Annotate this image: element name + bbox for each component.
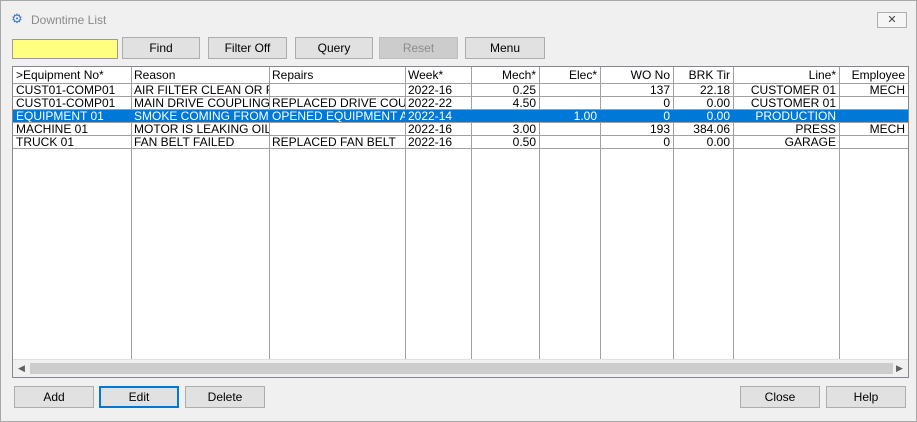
table-cell: MOTOR IS LEAKING OIL O bbox=[134, 122, 269, 136]
table-cell bbox=[839, 109, 908, 123]
table-cell: OPENED EQUIPMENT AN bbox=[272, 109, 405, 123]
table-cell: REPLACED FAN BELT bbox=[272, 135, 396, 149]
toolbar: Find Filter Off Query Reset Menu bbox=[1, 37, 916, 61]
column-header[interactable]: Repairs bbox=[269, 68, 405, 82]
scrollbar-thumb[interactable] bbox=[30, 363, 893, 374]
filter-off-button[interactable]: Filter Off bbox=[208, 37, 287, 59]
table-cell bbox=[839, 96, 908, 110]
column-header[interactable]: Reason bbox=[131, 68, 269, 82]
add-button[interactable]: Add bbox=[14, 386, 94, 408]
table-cell: MACHINE 01 bbox=[16, 122, 89, 136]
table-cell: GARAGE bbox=[784, 135, 836, 149]
table-cell: 2022-22 bbox=[408, 96, 453, 110]
table-cell: PRESS bbox=[795, 122, 836, 136]
table-cell: 0 bbox=[663, 96, 670, 110]
close-icon: ✕ bbox=[887, 14, 897, 26]
column-header[interactable]: Line* bbox=[733, 68, 839, 82]
downtime-table[interactable]: >Equipment No* Reason Repairs Week* Mech* Ele… bbox=[12, 66, 909, 378]
column-header[interactable]: Elec* bbox=[539, 68, 600, 82]
row-divider bbox=[13, 148, 908, 149]
table-cell: REPLACED DRIVE COUPL bbox=[272, 96, 405, 110]
table-cell: 1.00 bbox=[573, 109, 597, 123]
column-header[interactable]: >Equipment No* bbox=[13, 68, 131, 82]
menu-button[interactable]: Menu bbox=[465, 37, 545, 59]
table-cell: 22.18 bbox=[699, 83, 730, 97]
table-cell: 0.00 bbox=[706, 135, 730, 149]
table-cell: 2022-16 bbox=[408, 83, 453, 97]
table-cell: FAN BELT FAILED bbox=[134, 135, 235, 149]
reset-button[interactable]: Reset bbox=[379, 37, 458, 59]
close-button[interactable]: Close bbox=[740, 386, 820, 408]
table-cell bbox=[839, 135, 908, 149]
table-cell bbox=[471, 109, 539, 123]
table-cell: MECH bbox=[869, 83, 905, 97]
footer-buttons: Add Edit Delete Close Help bbox=[1, 386, 916, 410]
table-cell: 0.25 bbox=[512, 83, 536, 97]
table-cell: 0.00 bbox=[706, 109, 730, 123]
table-cell: CUSTOMER 01 bbox=[750, 83, 836, 97]
edit-button[interactable]: Edit bbox=[99, 386, 179, 408]
scroll-left-icon[interactable]: ◀ bbox=[13, 360, 30, 377]
table-cell: 2022-14 bbox=[408, 109, 453, 123]
table-cell: 0.00 bbox=[706, 96, 730, 110]
window-title: Downtime List bbox=[31, 13, 107, 27]
table-cell: EQUIPMENT 01 bbox=[16, 109, 104, 123]
column-header[interactable]: Mech* bbox=[471, 68, 539, 82]
table-cell: 2022-16 bbox=[408, 135, 453, 149]
table-cell: MECH bbox=[869, 122, 905, 136]
table-cell: 3.00 bbox=[512, 122, 536, 136]
table-cell: CUSTOMER 01 bbox=[750, 96, 836, 110]
scroll-right-icon[interactable]: ▶ bbox=[891, 360, 908, 377]
table-cell: CUST01-COMP01 bbox=[16, 83, 116, 97]
table-cell: 384.06 bbox=[693, 122, 730, 136]
search-input[interactable] bbox=[12, 39, 118, 59]
gear-icon: ⚙ bbox=[11, 11, 23, 26]
table-cell bbox=[539, 122, 600, 136]
column-header[interactable]: Employee bbox=[839, 68, 908, 82]
table-cell: 193 bbox=[649, 122, 670, 136]
table-cell: 4.50 bbox=[512, 96, 536, 110]
column-header[interactable]: BRK Tir bbox=[673, 68, 733, 82]
table-cell bbox=[539, 83, 600, 97]
downtime-list-window: ⚙ Downtime List ✕ Find Filter Off Query … bbox=[0, 0, 917, 422]
find-button[interactable]: Find bbox=[122, 37, 200, 59]
table-cell: MAIN DRIVE COUPLING F bbox=[134, 96, 269, 110]
table-cell: 2022-16 bbox=[408, 122, 453, 136]
help-button[interactable]: Help bbox=[826, 386, 906, 408]
table-cell bbox=[269, 83, 405, 97]
delete-button[interactable]: Delete bbox=[185, 386, 265, 408]
query-button[interactable]: Query bbox=[295, 37, 373, 59]
close-window-button[interactable]: ✕ bbox=[877, 12, 907, 28]
table-cell: TRUCK 01 bbox=[16, 135, 75, 149]
table-cell: 0 bbox=[663, 109, 670, 123]
table-cell bbox=[269, 122, 405, 136]
table-cell bbox=[539, 135, 600, 149]
table-cell: 137 bbox=[649, 83, 670, 97]
table-cell: SMOKE COMING FROM T bbox=[134, 109, 269, 123]
table-cell: PRODUCTION bbox=[755, 109, 836, 123]
table-cell bbox=[539, 96, 600, 110]
table-cell: 0 bbox=[663, 135, 670, 149]
column-header[interactable]: WO No bbox=[600, 68, 673, 82]
table-cell: CUST01-COMP01 bbox=[16, 96, 116, 110]
horizontal-scrollbar[interactable]: ◀ ▶ bbox=[13, 359, 908, 377]
table-cell: AIR FILTER CLEAN OR REP bbox=[134, 83, 269, 97]
title-bar: ⚙ Downtime List ✕ bbox=[1, 1, 916, 31]
column-header[interactable]: Week* bbox=[405, 68, 471, 82]
table-cell: 0.50 bbox=[512, 135, 536, 149]
